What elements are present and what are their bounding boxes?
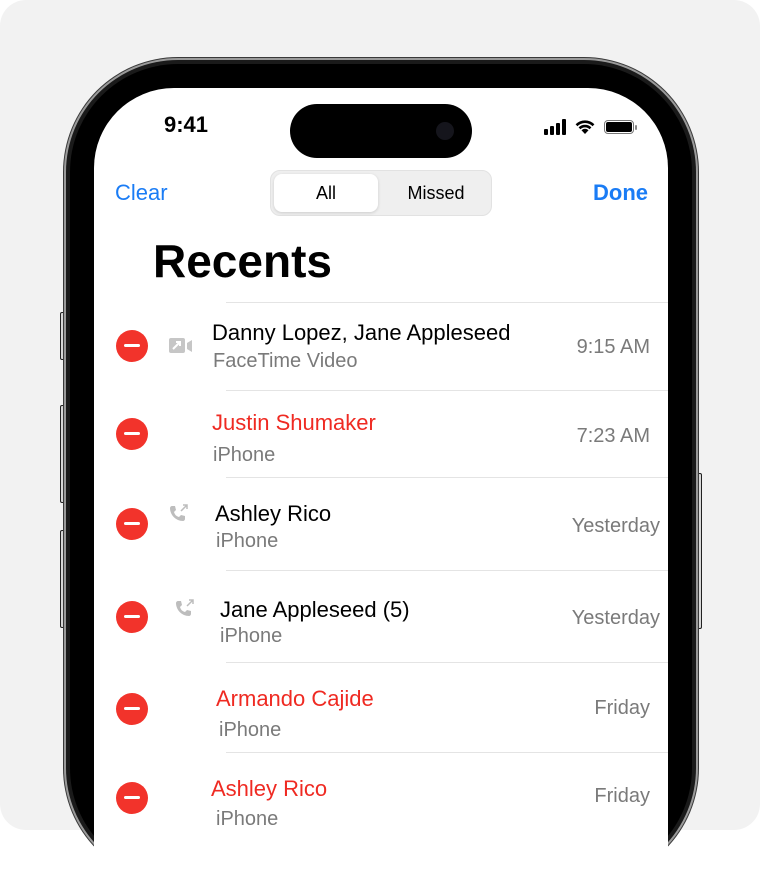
call-time: Yesterday — [571, 515, 660, 537]
cellular-signal-icon — [544, 118, 566, 135]
phone-screen: 9:41 Clear All Missed Done Recents Danny… — [94, 88, 668, 888]
divider — [226, 752, 668, 753]
segmented-control: All Missed — [270, 170, 492, 216]
status-time: 9:41 — [164, 112, 209, 137]
delete-button[interactable] — [116, 508, 148, 540]
call-row[interactable]: Armando Cajide iPhone Friday — [94, 662, 668, 752]
call-row[interactable]: Ashley Rico iPhone Friday — [94, 752, 668, 842]
call-row[interactable]: Ashley Rico iPhone Yesterday — [94, 477, 668, 567]
done-button[interactable]: Done — [593, 180, 648, 206]
call-type: FaceTime Video — [213, 350, 358, 372]
divider — [226, 662, 668, 663]
call-row[interactable]: Jane Appleseed (5) iPhone Yesterday — [94, 570, 668, 660]
call-type: iPhone — [220, 625, 283, 647]
call-type: iPhone — [213, 444, 276, 466]
wifi-icon — [575, 120, 595, 134]
nav-bar: Clear All Missed Done — [94, 170, 668, 216]
call-time: 7:23 AM — [576, 425, 650, 447]
call-row[interactable]: Justin Shumaker iPhone 7:23 AM — [94, 390, 668, 480]
clear-button[interactable]: Clear — [115, 180, 168, 206]
call-time: Yesterday — [571, 607, 660, 629]
delete-button[interactable] — [116, 418, 148, 450]
caller-name: Ashley Rico — [211, 776, 328, 801]
call-type: iPhone — [216, 808, 279, 830]
outgoing-call-icon — [170, 504, 188, 521]
divider — [226, 477, 668, 478]
outgoing-call-icon — [176, 599, 194, 616]
call-time: 9:15 AM — [576, 336, 650, 358]
caller-name: Jane Appleseed (5) — [220, 597, 410, 622]
segment-all[interactable]: All — [274, 174, 378, 212]
battery-icon — [604, 119, 637, 134]
facetime-video-icon — [169, 338, 192, 353]
divider — [226, 390, 668, 391]
status-icons — [544, 118, 637, 135]
camera-icon — [436, 122, 454, 140]
delete-button[interactable] — [116, 330, 148, 362]
call-time: Friday — [594, 697, 650, 719]
divider — [226, 570, 668, 571]
dynamic-island — [290, 104, 472, 158]
divider — [226, 302, 668, 303]
page-title: Recents — [153, 235, 332, 287]
caller-name: Ashley Rico — [215, 501, 332, 526]
segment-missed[interactable]: Missed — [381, 174, 491, 212]
delete-button[interactable] — [116, 782, 148, 814]
caller-name: Danny Lopez, Jane Appleseed — [212, 320, 511, 345]
delete-button[interactable] — [116, 693, 148, 725]
delete-button[interactable] — [116, 601, 148, 633]
call-row[interactable]: Danny Lopez, Jane Appleseed FaceTime Vid… — [94, 302, 668, 392]
call-time: Friday — [594, 785, 650, 807]
call-type: iPhone — [219, 719, 282, 741]
caller-name: Armando Cajide — [216, 686, 374, 711]
caller-name: Justin Shumaker — [212, 410, 376, 435]
call-type: iPhone — [216, 530, 279, 552]
